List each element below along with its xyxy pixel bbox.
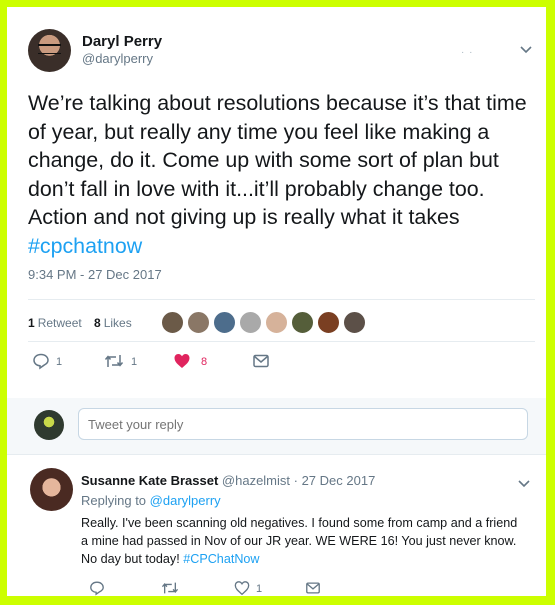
heart-icon (174, 354, 190, 368)
replying-to: Replying to @darylperry (81, 493, 221, 508)
follow-indicator: · · (461, 47, 474, 58)
liker-avatar[interactable] (265, 311, 288, 334)
meta-separator: · (290, 473, 302, 488)
liker-avatar[interactable] (161, 311, 184, 334)
avatar[interactable] (30, 468, 73, 511)
liker-avatar[interactable] (317, 311, 340, 334)
reply-body: Really. I've been scanning old negatives… (81, 516, 518, 566)
retweet-stat-label: Retweet (37, 316, 82, 330)
divider (28, 341, 535, 342)
tweet-body: We’re talking about resolutions because … (28, 91, 527, 229)
envelope-icon (306, 582, 320, 594)
like-count: 8 (201, 356, 208, 368)
tweet-text: We’re talking about resolutions because … (28, 89, 528, 260)
author-name[interactable]: Daryl Perry (82, 33, 162, 50)
likes-stat-count: 8 (94, 316, 101, 330)
author-handle[interactable]: @darylperry (82, 51, 153, 66)
reply-icon (90, 581, 104, 596)
reply-date[interactable]: 27 Dec 2017 (302, 473, 376, 488)
envelope-icon (253, 354, 269, 368)
liker-avatar[interactable] (213, 311, 236, 334)
reply-text: Really. I've been scanning old negatives… (81, 514, 521, 568)
reply-tweet[interactable]: Susanne Kate Brasset @hazelmist · 27 Dec… (7, 455, 546, 596)
reply-composer (7, 398, 546, 454)
retweet-icon (161, 582, 179, 594)
reply-count: 1 (56, 356, 63, 368)
reply-header: Susanne Kate Brasset @hazelmist · 27 Dec… (81, 473, 375, 488)
avatar-glasses (38, 44, 61, 54)
liker-avatar[interactable] (239, 311, 262, 334)
current-user-avatar (34, 410, 64, 440)
tweet-timestamp[interactable]: 9:34 PM - 27 Dec 2017 (28, 267, 162, 282)
retweet-stat-count: 1 (28, 316, 35, 330)
liker-avatar[interactable] (343, 311, 366, 334)
chevron-down-icon[interactable] (518, 41, 534, 57)
reply-author-name[interactable]: Susanne Kate Brasset (81, 473, 218, 488)
hashtag-link[interactable]: #CPChatNow (183, 552, 259, 566)
retweet-count: 1 (131, 356, 138, 368)
hashtag-link[interactable]: #cpchatnow (28, 234, 142, 258)
liker-avatar[interactable] (187, 311, 210, 334)
reply-input[interactable] (78, 408, 528, 440)
liker-avatar[interactable] (291, 311, 314, 334)
reply-author-handle[interactable]: @hazelmist (222, 473, 290, 488)
likes-stat[interactable]: 8 Likes (94, 316, 132, 330)
replying-to-label: Replying to (81, 493, 150, 508)
retweet-stat[interactable]: 1 Retweet (28, 316, 82, 330)
reply-icon (33, 353, 49, 370)
tweet-detail-frame: Daryl Perry @darylperry · · We’re talkin… (7, 7, 546, 596)
divider (28, 299, 535, 300)
avatar[interactable] (28, 29, 71, 72)
likes-stat-label: Likes (103, 316, 132, 330)
retweet-icon (104, 355, 124, 367)
chevron-down-icon[interactable] (516, 475, 532, 491)
mention-link[interactable]: @darylperry (150, 493, 221, 508)
heart-icon (234, 581, 250, 596)
like-count: 1 (256, 583, 263, 595)
